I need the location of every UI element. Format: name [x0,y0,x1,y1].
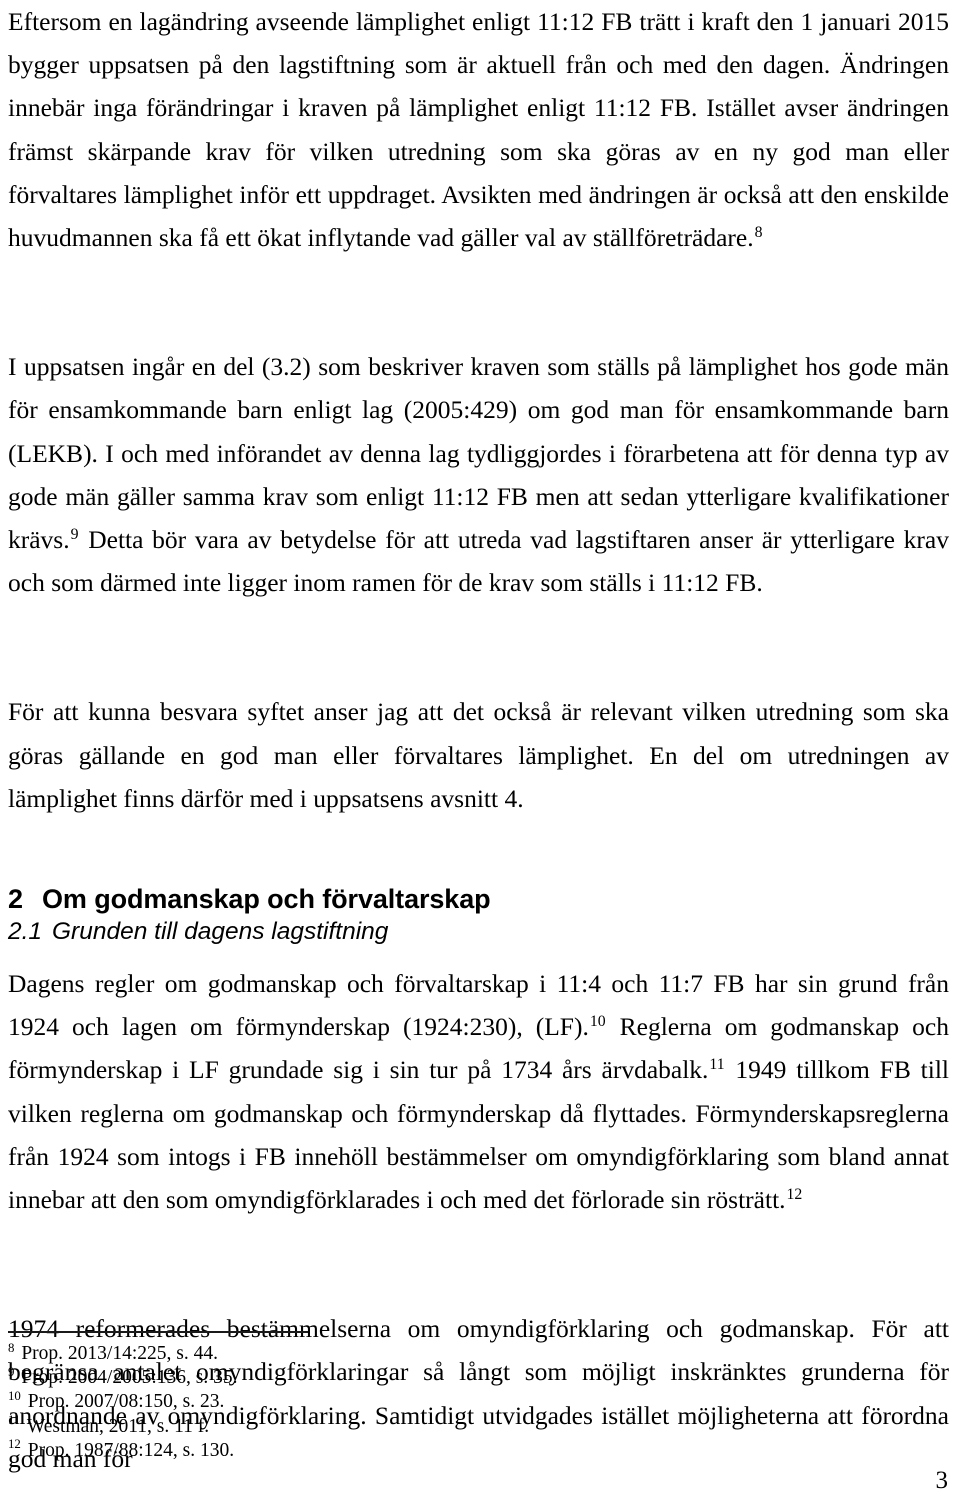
footnote-text: Prop. 1987/88:124, s. 130. [22,1439,235,1461]
heading-section-2-text: Om godmanskap och förvaltarskap [42,884,491,915]
paragraph-lagandring: Eftersom en lagändring avseende lämpligh… [8,7,949,253]
section-heading-group: 2 Om godmanskap och förvaltarskap 2.1 Grun… [8,882,949,948]
footnote-text: Prop. 2004/2005:136, s. 35. [16,1367,238,1389]
page-number: 3 [935,1467,949,1494]
heading-section-2-1-number: 2.1 [8,918,43,946]
footnote-text: Prop. 2007/08:150, s. 23. [22,1391,225,1413]
page-content: Eftersom en lagändring avseende lämpligh… [8,0,949,1480]
footnote-reference-11[interactable]: 11 [708,1056,725,1073]
document-page: Eftersom en lagändring avseende lämpligh… [0,0,960,1509]
heading-section-2-1-text: Grunden till dagens lagstiftning [52,918,389,946]
footnote-item: 11 Westman, 2011, s. 11 f. [8,1413,568,1439]
footnote-number: 11 [8,1413,21,1428]
paragraph-lekb: I uppsatsen ingår en del (3.2) som beskr… [8,352,949,598]
footnote-number: 9 [8,1364,15,1379]
heading-section-2: 2 Om godmanskap och förvaltarskap [8,882,949,916]
footnote-text: Westman, 2011, s. 11 f. [22,1415,210,1437]
heading-section-2-1: 2.1 Grunden till dagens lagstiftning [8,916,949,948]
footnote-reference-10[interactable]: 10 [589,1013,607,1030]
footnote-number: 12 [8,1437,21,1452]
footnote-area: 8 Prop. 2013/14:225, s. 44. 9 Prop. 2004/… [8,1331,568,1463]
footnote-reference-8[interactable]: 8 [754,224,764,241]
footnote-number: 8 [8,1340,15,1355]
footnote-item: 8 Prop. 2013/14:225, s. 44. [8,1340,568,1366]
footnote-text: Prop. 2013/14:225, s. 44. [16,1343,218,1364]
footnote-reference-9[interactable]: 9 [70,526,80,543]
footnote-item: 9 Prop. 2004/2005:136, s. 35. [8,1364,568,1390]
paragraph-dagens-regler: Dagens regler om godmanskap och förvalta… [8,969,950,1215]
footnote-item: 12 Prop. 1987/88:124, s. 130. [8,1437,568,1463]
footnote-reference-12[interactable]: 12 [786,1186,804,1203]
footnote-item: 10 Prop. 2007/08:150, s. 23. [8,1388,568,1414]
heading-section-2-number: 2 [8,884,23,915]
paragraph-syfte: För att kunna besvara syftet anser jag a… [8,697,949,813]
footnote-separator-rule [8,1331,308,1333]
footnote-number: 10 [8,1388,21,1403]
footnote-list: 8 Prop. 2013/14:225, s. 44. 9 Prop. 2004/… [8,1340,568,1463]
